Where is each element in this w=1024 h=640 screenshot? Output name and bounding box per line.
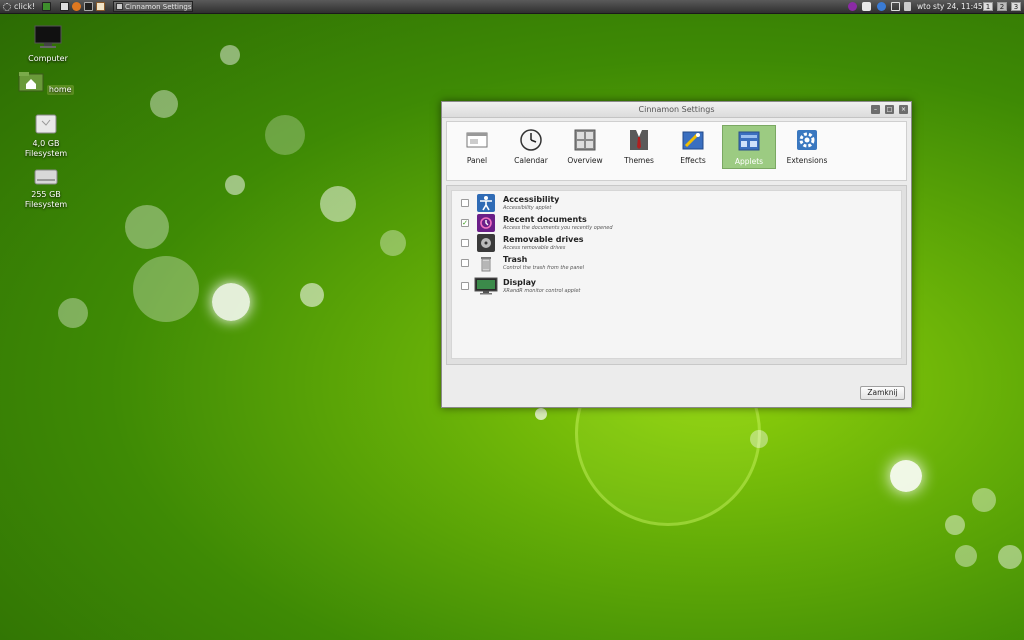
drive-icon [35, 114, 57, 134]
text-editor-launcher-icon[interactable] [96, 2, 105, 11]
maximize-icon[interactable]: □ [885, 105, 894, 114]
tab-panel[interactable]: Panel [450, 125, 504, 169]
tab-applets[interactable]: Applets [722, 125, 776, 169]
tab-themes[interactable]: Themes [612, 125, 666, 169]
clock[interactable]: wto sty 24, 11:45 [917, 0, 983, 13]
window-title: Cinnamon Settings [638, 105, 715, 114]
monitor-icon [34, 25, 62, 48]
close-icon[interactable]: × [899, 105, 908, 114]
menu-label: click! [14, 2, 36, 11]
desktop-icon-computer[interactable]: Computer [13, 24, 83, 64]
tab-effects[interactable]: Effects [666, 125, 720, 169]
top-panel: click! Cinnamon Settings wto sty 24, 11:… [0, 0, 1024, 14]
extensions-icon [797, 130, 817, 150]
trash-icon [481, 257, 491, 272]
applet-name: Removable drives [503, 235, 584, 244]
desktop-icon-filesystem-255gb[interactable]: 255 GB Filesystem [11, 166, 81, 210]
window-titlebar[interactable]: Cinnamon Settings – □ × [442, 102, 911, 118]
tab-extensions[interactable]: Extensions [780, 125, 834, 169]
applet-description: Access the documents you recently opened [503, 225, 613, 231]
desktop-icon-label: Computer [28, 54, 68, 63]
settings-window: Cinnamon Settings – □ × Panel Calendar O… [441, 101, 912, 408]
volume-icon[interactable] [891, 2, 900, 11]
applet-name: Recent documents [503, 215, 587, 224]
tab-label: Applets [734, 157, 764, 166]
applet-checkbox[interactable]: ✓ [461, 219, 469, 227]
panel-icon [466, 132, 488, 148]
tab-label: Extensions [786, 156, 828, 165]
applet-checkbox[interactable] [461, 239, 469, 247]
firefox-launcher-icon[interactable] [72, 2, 81, 11]
taskbar-window-button[interactable]: Cinnamon Settings [113, 1, 193, 12]
applets-panel: Accessibility Accessibility applet ✓ Rec… [446, 185, 907, 365]
close-button[interactable]: Zamknij [860, 386, 905, 400]
tab-label: Overview [567, 156, 603, 165]
accessibility-icon [477, 194, 495, 212]
chat-icon[interactable] [862, 2, 871, 11]
tab-calendar[interactable]: Calendar [504, 125, 558, 169]
applet-description: XRandR monitor control applet [503, 288, 581, 294]
desktop-icon-label: home [46, 85, 74, 95]
notification-icon[interactable] [848, 2, 857, 11]
clock-icon [520, 129, 542, 151]
desktop-icon-filesystem-4gb[interactable]: 4,0 GB Filesystem [11, 113, 81, 159]
applet-name: Trash [503, 255, 528, 264]
recent-documents-icon [477, 214, 495, 232]
display-icon [474, 277, 498, 295]
shield-icon[interactable] [877, 2, 886, 11]
applet-checkbox[interactable] [461, 199, 469, 207]
workspace-1[interactable]: 1 [983, 2, 993, 11]
gear-icon [3, 2, 11, 11]
removable-drive-icon [477, 234, 495, 252]
workspace-2[interactable]: 2 [997, 2, 1007, 11]
settings-launcher-icon[interactable] [60, 2, 69, 11]
home-folder-icon [18, 72, 44, 92]
tab-label: Effects [680, 156, 706, 165]
workspace-3[interactable]: 3 [1011, 2, 1021, 11]
file-manager-launcher-icon[interactable] [42, 2, 51, 11]
desktop-icon-label: 4,0 GB Filesystem [24, 139, 68, 158]
tab-label: Panel [466, 156, 488, 165]
network-icon[interactable] [904, 2, 911, 11]
list-item: Accessibility Accessibility applet [452, 193, 901, 213]
applet-description: Access removable drives [503, 245, 566, 251]
minimize-icon[interactable]: – [871, 105, 880, 114]
tab-label: Calendar [514, 156, 548, 165]
menu-button[interactable]: click! [3, 1, 35, 12]
applet-checkbox[interactable] [461, 259, 469, 267]
applets-list: Accessibility Accessibility applet ✓ Rec… [451, 190, 902, 359]
category-toolbar: Panel Calendar Overview Themes Effects A… [446, 121, 907, 181]
tab-label: Themes [624, 156, 654, 165]
tab-overview[interactable]: Overview [558, 125, 612, 169]
list-item: ✓ Recent documents Access the documents … [452, 213, 901, 233]
themes-icon [630, 130, 648, 150]
drive-icon [34, 169, 58, 185]
applet-checkbox[interactable] [461, 282, 469, 290]
settings-window-icon [116, 3, 123, 10]
list-item: Removable drives Access removable drives [452, 233, 901, 253]
list-item: Trash Control the trash from the panel [452, 253, 901, 273]
applets-icon [738, 131, 760, 151]
desktop-icon-home[interactable]: home [11, 70, 81, 95]
applet-description: Control the trash from the panel [503, 265, 585, 271]
overview-icon [574, 129, 596, 151]
terminal-launcher-icon[interactable] [84, 2, 93, 11]
taskbar-window-label: Cinnamon Settings [125, 3, 192, 11]
applet-name: Accessibility [503, 195, 560, 204]
effects-icon [682, 131, 704, 150]
applet-name: Display [503, 278, 536, 287]
list-item: Display XRandR monitor control applet [452, 276, 901, 296]
desktop-icon-label: 255 GB Filesystem [24, 190, 68, 209]
applet-description: Accessibility applet [503, 205, 552, 211]
